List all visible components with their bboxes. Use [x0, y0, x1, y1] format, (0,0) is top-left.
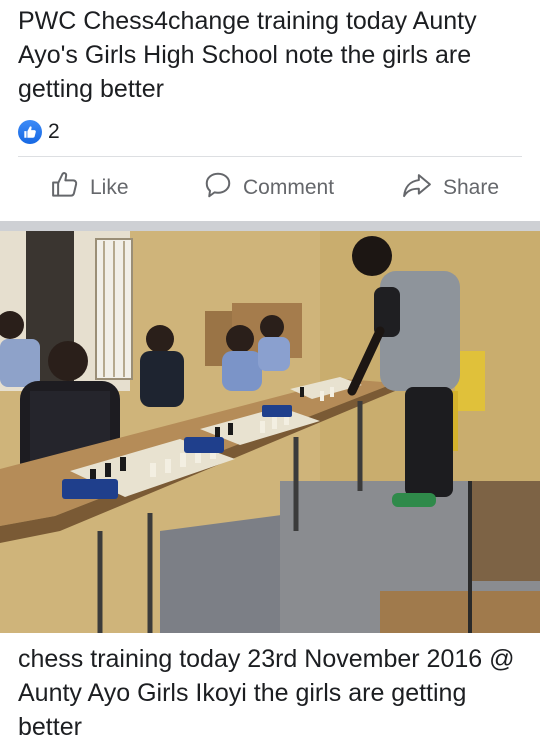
share-icon — [401, 170, 443, 206]
divider — [18, 156, 522, 157]
post-text: PWC Chess4change training today Aunty Ay… — [18, 7, 477, 103]
reaction-summary[interactable]: 2 — [18, 118, 60, 146]
comment-button[interactable]: Comment — [203, 162, 334, 214]
post-actions-bar: Like Comment Share — [0, 162, 540, 214]
post-photo[interactable] — [0, 231, 540, 633]
like-icon — [50, 170, 90, 206]
share-button[interactable]: Share — [401, 162, 499, 214]
like-button[interactable]: Like — [50, 162, 129, 214]
chess-classroom-image — [0, 231, 540, 633]
comment-label: Comment — [243, 176, 335, 199]
share-label: Share — [443, 176, 500, 199]
like-reaction-icon — [18, 120, 42, 144]
comment-icon — [203, 170, 243, 206]
section-separator — [0, 221, 540, 231]
like-label: Like — [90, 176, 129, 199]
reaction-count: 2 — [48, 120, 60, 143]
photo-caption: chess training today 23rd November 2016 … — [18, 645, 515, 741]
